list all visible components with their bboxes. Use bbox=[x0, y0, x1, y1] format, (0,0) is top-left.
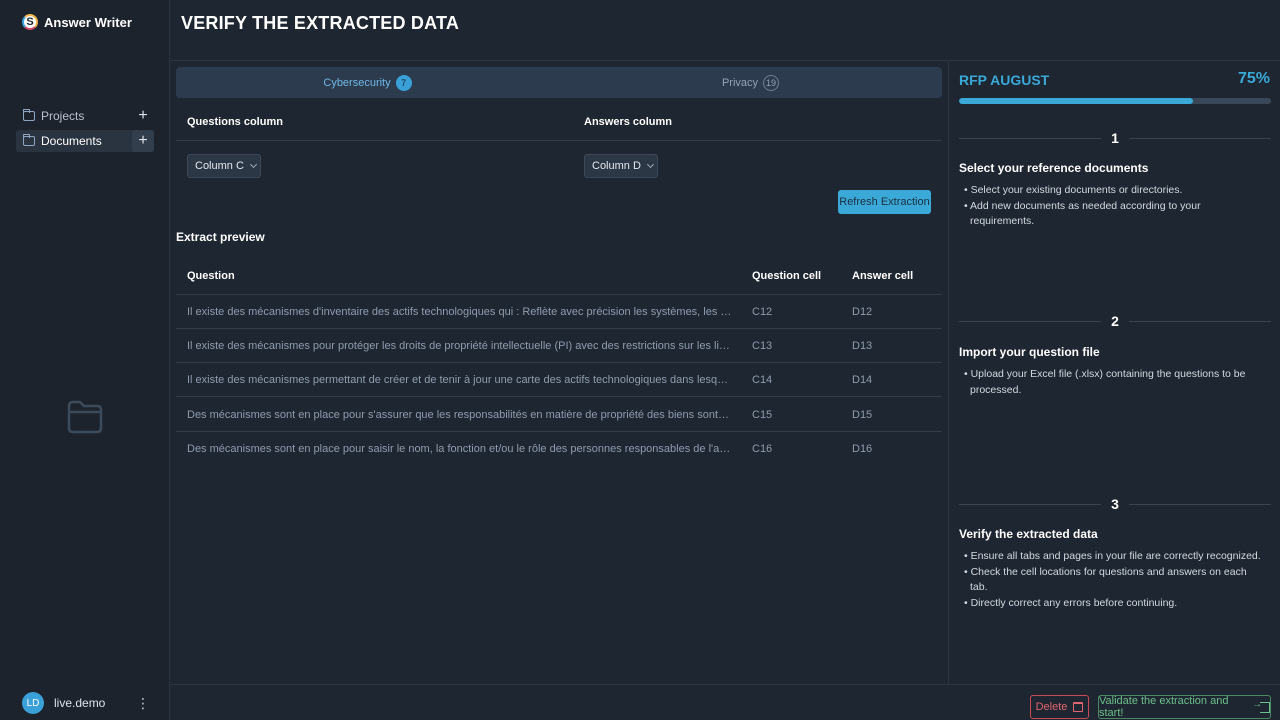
rfp-percent: 75% bbox=[1237, 70, 1270, 87]
step-number: 1 bbox=[959, 130, 1271, 146]
sign-in-icon bbox=[1252, 699, 1270, 713]
tab-privacy[interactable]: Privacy 19 bbox=[559, 67, 942, 98]
question-text: Des mécanismes sont en place pour s'assu… bbox=[187, 409, 732, 421]
extract-preview-title: Extract preview bbox=[176, 230, 265, 244]
validate-label: Validate the extraction and start! bbox=[1099, 695, 1229, 719]
add-document-icon[interactable]: + bbox=[132, 130, 154, 152]
step-number-label: 3 bbox=[1111, 496, 1119, 512]
delete-button[interactable]: Delete bbox=[1030, 695, 1089, 719]
folder-download-icon bbox=[23, 134, 35, 146]
table-row: Il existe des mécanismes d'inventaire de… bbox=[176, 295, 942, 329]
step-bullet: Ensure all tabs and pages in your file a… bbox=[964, 549, 1264, 565]
table-row: Il existe des mécanismes permettant de c… bbox=[176, 363, 942, 397]
chevron-down-icon bbox=[249, 160, 257, 169]
tab-label: Cybersecurity bbox=[323, 76, 391, 89]
rfp-progress-panel: RFP AUGUST 75% 1 Select your reference d… bbox=[948, 61, 1280, 684]
user-name: live.demo bbox=[54, 696, 106, 710]
sidebar-item-label: Documents bbox=[41, 134, 102, 148]
column-header-answer-cell: Answer cell bbox=[852, 270, 914, 282]
step-title: Select your reference documents bbox=[959, 161, 1149, 175]
brand[interactable]: S Answer Writer bbox=[22, 14, 132, 30]
step-number: 2 bbox=[959, 313, 1271, 329]
question-cell: C15 bbox=[752, 409, 773, 421]
answer-cell: D16 bbox=[852, 443, 873, 455]
page-title: VERIFY THE EXTRACTED DATA bbox=[181, 13, 460, 33]
step-number-label: 2 bbox=[1111, 313, 1119, 329]
rfp-title: RFP AUGUST bbox=[959, 72, 1050, 88]
step-bullets: Upload your Excel file (.xlsx) containin… bbox=[964, 367, 1254, 398]
answers-column-select[interactable]: Column D bbox=[584, 154, 658, 178]
app-logo-icon: S bbox=[22, 14, 38, 30]
table-row: Il existe des mécanismes pour protéger l… bbox=[176, 329, 942, 363]
select-value: Column D bbox=[592, 160, 641, 172]
tab-label: Privacy bbox=[721, 76, 759, 89]
progress-bar bbox=[959, 98, 1271, 104]
step-number: 3 bbox=[959, 496, 1271, 512]
step-bullet: Directly correct any errors before conti… bbox=[964, 596, 1264, 612]
step-bullet: Select your existing documents or direct… bbox=[964, 183, 1264, 199]
table-row: Des mécanismes sont en place pour saisir… bbox=[176, 432, 942, 466]
table-row: Des mécanismes sont en place pour s'assu… bbox=[176, 398, 942, 432]
question-cell: C14 bbox=[752, 374, 773, 386]
divider bbox=[176, 140, 942, 141]
tab-count-badge: 7 bbox=[395, 74, 412, 91]
sidebar-item-projects[interactable]: Projects + bbox=[16, 105, 154, 127]
sidebar-item-documents[interactable]: Documents + bbox=[16, 130, 154, 152]
answer-cell: D13 bbox=[852, 340, 873, 352]
sidebar: S Answer Writer Projects + Documents + L… bbox=[0, 0, 170, 720]
step-bullet: Upload your Excel file (.xlsx) containin… bbox=[964, 367, 1254, 398]
question-text: Il existe des mécanismes d'inventaire de… bbox=[187, 306, 732, 318]
tab-count-badge: 19 bbox=[763, 74, 780, 91]
refresh-extraction-button[interactable]: Refresh Extraction bbox=[838, 190, 931, 214]
step-bullet: Check the cell locations for questions a… bbox=[964, 565, 1264, 596]
sidebar-nav: Projects + Documents + bbox=[16, 105, 154, 155]
question-text: Il existe des mécanismes pour protéger l… bbox=[187, 340, 732, 352]
more-vertical-icon[interactable]: ⋮ bbox=[136, 695, 150, 712]
step-bullet: Add new documents as needed according to… bbox=[964, 199, 1264, 230]
questions-column-select[interactable]: Column C bbox=[187, 154, 261, 178]
footer-divider bbox=[170, 684, 1280, 685]
step-number-label: 1 bbox=[1111, 130, 1119, 146]
progress-bar-fill bbox=[959, 98, 1193, 104]
answers-column-label: Answers column bbox=[584, 116, 673, 128]
select-value: Column C bbox=[195, 160, 244, 172]
tab-cybersecurity[interactable]: Cybersecurity 7 bbox=[176, 67, 559, 98]
empty-folder-icon bbox=[67, 400, 103, 434]
questions-column-label: Questions column bbox=[187, 116, 283, 128]
chevron-down-icon bbox=[646, 160, 654, 169]
question-cell: C13 bbox=[752, 340, 773, 352]
question-cell: C12 bbox=[752, 306, 773, 318]
question-cell: C16 bbox=[752, 443, 773, 455]
step-bullets: Ensure all tabs and pages in your file a… bbox=[964, 549, 1264, 611]
step-title: Verify the extracted data bbox=[959, 527, 1098, 541]
column-header-question: Question bbox=[187, 270, 235, 282]
step-title: Import your question file bbox=[959, 345, 1100, 359]
archive-icon bbox=[1073, 702, 1084, 712]
question-text: Il existe des mécanismes permettant de c… bbox=[187, 374, 732, 386]
add-project-icon[interactable]: + bbox=[132, 105, 154, 127]
user-menu[interactable]: LD live.demo ⋮ bbox=[22, 692, 150, 714]
delete-label: Delete bbox=[1035, 701, 1068, 713]
sidebar-item-label: Projects bbox=[41, 109, 85, 123]
step-bullets: Select your existing documents or direct… bbox=[964, 183, 1264, 230]
folder-icon bbox=[23, 109, 35, 121]
question-text: Des mécanismes sont en place pour saisir… bbox=[187, 443, 732, 455]
answer-cell: D12 bbox=[852, 306, 873, 318]
column-header-question-cell: Question cell bbox=[752, 270, 822, 282]
avatar: LD bbox=[22, 692, 44, 714]
app-name: Answer Writer bbox=[44, 14, 132, 30]
validate-button[interactable]: Validate the extraction and start! bbox=[1098, 695, 1271, 719]
answer-cell: D14 bbox=[852, 374, 873, 386]
sheet-tabs: Cybersecurity 7 Privacy 19 bbox=[176, 67, 942, 98]
answer-cell: D15 bbox=[852, 409, 873, 421]
